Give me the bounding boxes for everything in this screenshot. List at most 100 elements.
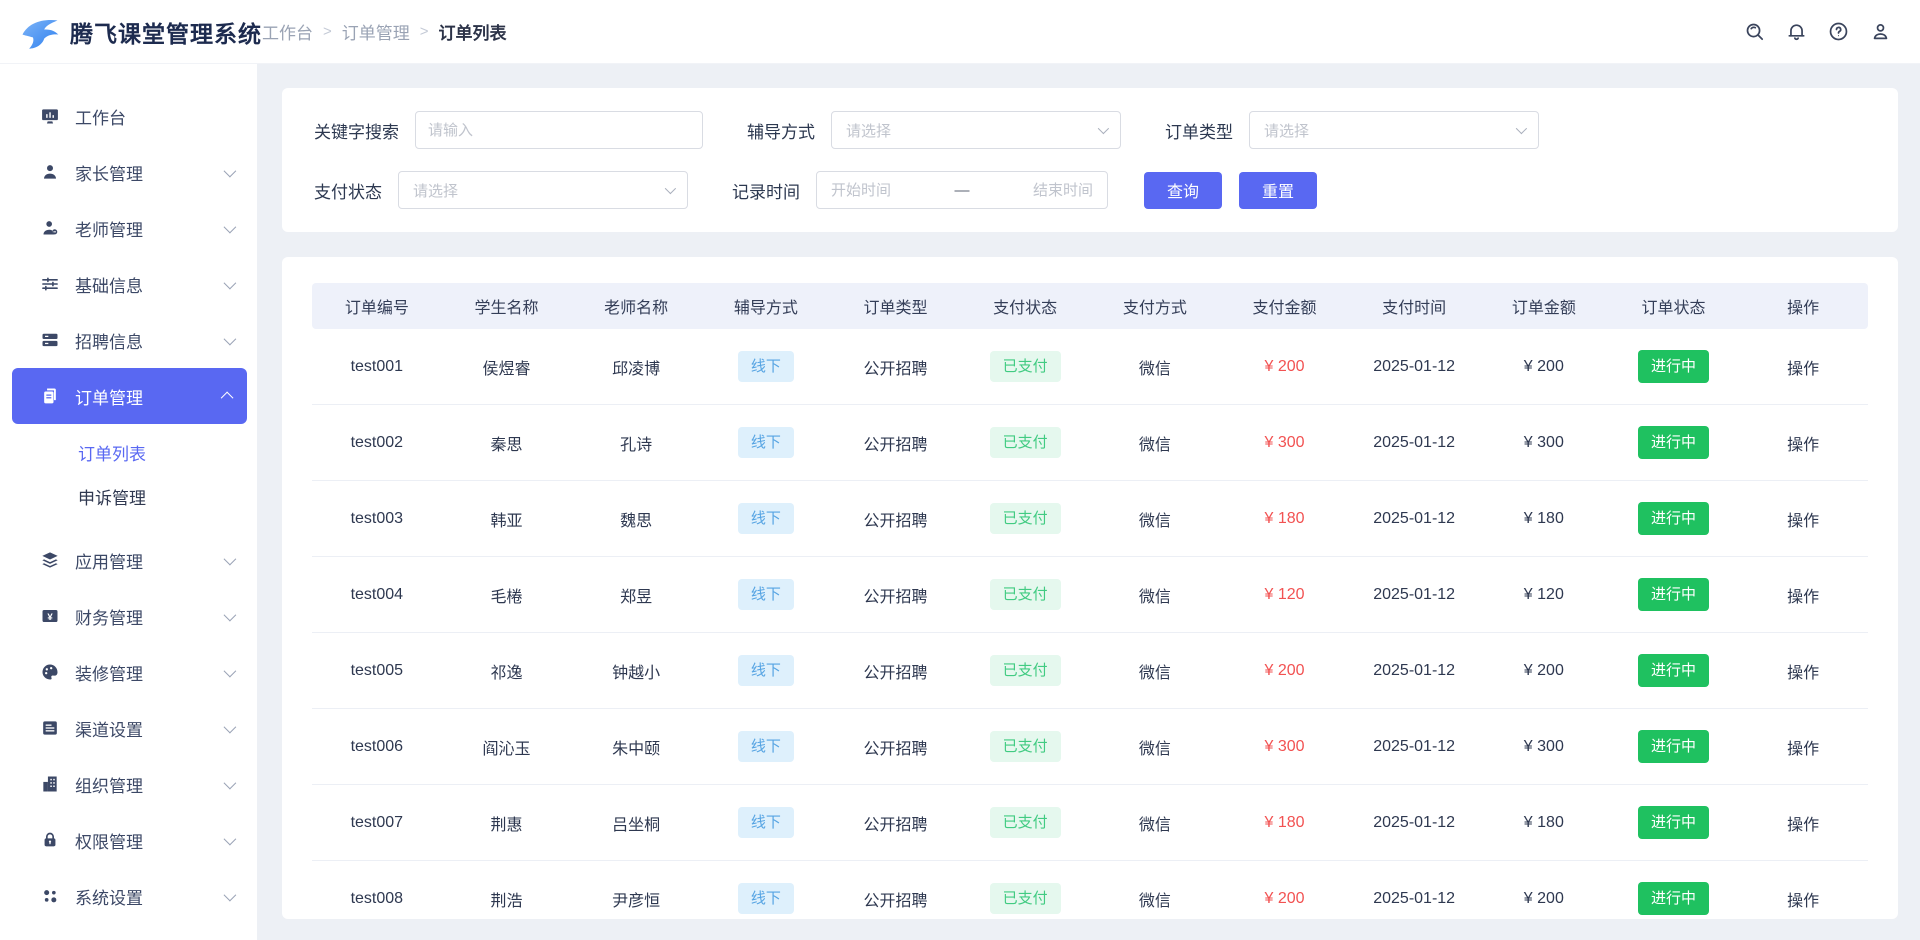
tutor-mode-badge: 线下	[738, 807, 794, 838]
pay-time-cell: 2025-01-12	[1349, 434, 1479, 452]
pay-status-label: 支付状态	[314, 178, 382, 203]
order-type-label: 订单类型	[1165, 118, 1233, 143]
chevron-down-icon	[224, 220, 237, 233]
sidebar-subitem-申诉管理[interactable]: 申诉管理	[0, 474, 257, 518]
pay-amount-cell: ¥ 200	[1220, 662, 1350, 680]
breadcrumb-item[interactable]: 工作台	[262, 19, 313, 44]
sidebar-item-老师管理[interactable]: 老师管理	[0, 200, 257, 256]
sliders-icon	[40, 274, 60, 294]
sidebar-item-装修管理[interactable]: 装修管理	[0, 644, 257, 700]
sidebar-item-系统设置[interactable]: 系统设置	[0, 868, 257, 924]
row-action-link[interactable]: 操作	[1738, 659, 1868, 683]
sidebar-submenu: 订单列表申诉管理	[0, 424, 257, 532]
top-header: 腾飞课堂管理系统 工作台>订单管理>订单列表	[0, 0, 1920, 64]
sidebar-item-应用管理[interactable]: 应用管理	[0, 532, 257, 588]
column-header: 辅导方式	[701, 294, 831, 318]
reset-button[interactable]: 重置	[1239, 172, 1317, 209]
order-number-cell: test004	[312, 586, 442, 604]
pay-time-cell: 2025-01-12	[1349, 890, 1479, 908]
pay-amount-cell: ¥ 300	[1220, 738, 1350, 756]
sidebar-item-基础信息[interactable]: 基础信息	[0, 256, 257, 312]
column-header: 学生名称	[442, 294, 572, 318]
sidebar-item-财务管理[interactable]: ¥财务管理	[0, 588, 257, 644]
order-status-badge: 进行中	[1638, 654, 1709, 687]
tutor-mode-badge: 线下	[738, 731, 794, 762]
sidebar-item-订单管理[interactable]: 订单管理	[12, 368, 247, 424]
sidebar-item-组织管理[interactable]: 组织管理	[0, 756, 257, 812]
teacher-name-cell: 魏思	[571, 507, 701, 531]
column-header: 订单状态	[1609, 294, 1739, 318]
teacher-name-cell: 孔诗	[571, 431, 701, 455]
chevron-down-icon	[224, 664, 237, 677]
tutor-mode-badge-wrap: 线下	[701, 807, 831, 838]
order-amount-cell: ¥ 200	[1479, 662, 1609, 680]
order-status-badge-wrap: 进行中	[1609, 350, 1739, 383]
order-type-cell: 公开招聘	[831, 583, 961, 607]
order-type-select[interactable]: 请选择	[1249, 111, 1539, 149]
pay-status-badge-wrap: 已支付	[960, 655, 1090, 686]
tutor-mode-select[interactable]: 请选择	[831, 111, 1121, 149]
row-action-link[interactable]: 操作	[1738, 507, 1868, 531]
chevron-down-icon	[224, 164, 237, 177]
search-button[interactable]: 查询	[1144, 172, 1222, 209]
table-row: test005祁逸钟越小线下公开招聘已支付微信¥ 2002025-01-12¥ …	[312, 633, 1868, 709]
student-name-cell: 荆浩	[442, 887, 572, 911]
row-action-link[interactable]: 操作	[1738, 887, 1868, 911]
breadcrumb-separator: >	[420, 23, 429, 40]
chevron-down-icon	[1516, 123, 1527, 134]
order-type-placeholder: 请选择	[1264, 120, 1309, 141]
keyword-input[interactable]	[415, 111, 703, 149]
teacher-name-cell: 邱凌博	[571, 355, 701, 379]
pay-status-badge: 已支付	[990, 883, 1061, 914]
date-range-picker[interactable]: —	[816, 171, 1108, 209]
chevron-down-icon	[224, 552, 237, 565]
start-date-input[interactable]	[831, 182, 927, 199]
search-icon[interactable]	[1743, 20, 1766, 43]
order-number-cell: test001	[312, 358, 442, 376]
order-number-cell: test005	[312, 662, 442, 680]
row-action-link[interactable]: 操作	[1738, 355, 1868, 379]
sidebar-item-招聘信息[interactable]: 招聘信息	[0, 312, 257, 368]
tutor-mode-label: 辅导方式	[747, 118, 815, 143]
user-icon[interactable]	[1869, 20, 1892, 43]
chevron-down-icon	[1098, 123, 1109, 134]
pay-status-badge-wrap: 已支付	[960, 883, 1090, 914]
help-icon[interactable]	[1827, 20, 1850, 43]
sidebar-item-渠道设置[interactable]: 渠道设置	[0, 700, 257, 756]
student-name-cell: 秦思	[442, 431, 572, 455]
pay-status-badge: 已支付	[990, 807, 1061, 838]
breadcrumb-item[interactable]: 订单管理	[342, 19, 410, 44]
keyword-filter-group: 关键字搜索	[314, 111, 703, 149]
chevron-down-icon	[224, 332, 237, 345]
sidebar-item-工作台[interactable]: 工作台	[0, 88, 257, 144]
table-row: test002秦思孔诗线下公开招聘已支付微信¥ 3002025-01-12¥ 3…	[312, 405, 1868, 481]
tutor-mode-badge: 线下	[738, 351, 794, 382]
lock-icon	[40, 830, 60, 850]
end-date-input[interactable]	[997, 182, 1093, 199]
pay-status-select[interactable]: 请选择	[398, 171, 688, 209]
pay-status-badge: 已支付	[990, 503, 1061, 534]
filter-row-2: 支付状态 请选择 记录时间 — 查询 重置	[314, 171, 1898, 209]
bell-icon[interactable]	[1785, 20, 1808, 43]
row-action-link[interactable]: 操作	[1738, 431, 1868, 455]
sidebar-item-家长管理[interactable]: 家长管理	[0, 144, 257, 200]
pay-time-cell: 2025-01-12	[1349, 358, 1479, 376]
tutor-mode-badge: 线下	[738, 655, 794, 686]
student-name-cell: 侯煜睿	[442, 355, 572, 379]
row-action-link[interactable]: 操作	[1738, 735, 1868, 759]
tutor-mode-placeholder: 请选择	[846, 120, 891, 141]
pay-time-cell: 2025-01-12	[1349, 662, 1479, 680]
pay-status-filter-group: 支付状态 请选择	[314, 171, 688, 209]
row-action-link[interactable]: 操作	[1738, 583, 1868, 607]
sidebar-subitem-订单列表[interactable]: 订单列表	[0, 430, 257, 474]
table-row: test001侯煜睿邱凌博线下公开招聘已支付微信¥ 2002025-01-12¥…	[312, 329, 1868, 405]
order-type-cell: 公开招聘	[831, 735, 961, 759]
order-type-cell: 公开招聘	[831, 431, 961, 455]
sidebar-item-label: 工作台	[75, 104, 126, 129]
filter-panel: 关键字搜索 辅导方式 请选择 订单类型 请选择 支付状态	[282, 88, 1898, 232]
teacher-name-cell: 尹彦恒	[571, 887, 701, 911]
tutor-mode-badge: 线下	[738, 427, 794, 458]
sidebar-item-权限管理[interactable]: 权限管理	[0, 812, 257, 868]
row-action-link[interactable]: 操作	[1738, 811, 1868, 835]
pay-amount-cell: ¥ 180	[1220, 510, 1350, 528]
